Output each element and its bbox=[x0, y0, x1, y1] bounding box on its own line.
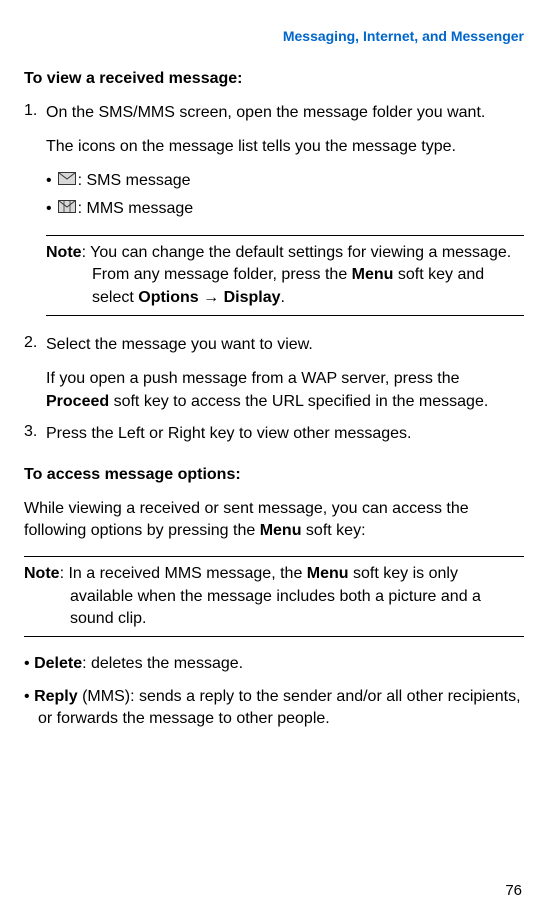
bullet-sms: • : SMS message bbox=[46, 169, 524, 193]
note-options: Options bbox=[138, 289, 198, 306]
option-name: Delete bbox=[34, 655, 82, 672]
note-block-2: Note: In a received MMS message, the Men… bbox=[24, 556, 524, 637]
step-text: Select the message you want to view. bbox=[46, 334, 524, 356]
step-text: On the SMS/MMS screen, open the message … bbox=[46, 102, 524, 124]
note-menu: Menu bbox=[352, 266, 394, 283]
chapter-header: Messaging, Internet, and Messenger bbox=[24, 28, 524, 44]
step-number: 2. bbox=[24, 334, 46, 356]
option-reply: • Reply (MMS): sends a reply to the send… bbox=[24, 686, 524, 731]
envelope-grid-icon bbox=[58, 197, 76, 221]
sub-text: soft key to access the URL specified in … bbox=[109, 393, 488, 410]
envelope-icon bbox=[58, 169, 76, 193]
note-block-1: Note: You can change the default setting… bbox=[46, 235, 524, 316]
note-label: Note bbox=[46, 244, 82, 261]
note-text: : In a received MMS message, the bbox=[60, 565, 307, 582]
step-2: 2. Select the message you want to view. bbox=[24, 334, 524, 356]
bullet-dot: • bbox=[46, 197, 52, 221]
section-heading-options: To access message options: bbox=[24, 466, 524, 484]
step-1: 1. On the SMS/MMS screen, open the messa… bbox=[24, 102, 524, 124]
note-arrow: → bbox=[199, 289, 224, 306]
proceed-key: Proceed bbox=[46, 393, 109, 410]
bullet-text: : MMS message bbox=[78, 197, 194, 221]
note-display: Display bbox=[224, 289, 281, 306]
step-2-sub: If you open a push message from a WAP se… bbox=[46, 368, 524, 413]
intro-text: soft key: bbox=[301, 522, 365, 539]
page-number: 76 bbox=[505, 882, 522, 899]
step-3: 3. Press the Left or Right key to view o… bbox=[24, 423, 524, 445]
note-label: Note bbox=[24, 565, 60, 582]
option-desc: : deletes the message. bbox=[82, 655, 243, 672]
step-text: Press the Left or Right key to view othe… bbox=[46, 423, 524, 445]
bullet-mms: • : MMS message bbox=[46, 197, 524, 221]
option-desc: (MMS): sends a reply to the sender and/o… bbox=[38, 688, 521, 727]
option-delete: • Delete: deletes the message. bbox=[24, 653, 524, 675]
bullet-dot: • bbox=[46, 169, 52, 193]
note-menu: Menu bbox=[307, 565, 349, 582]
bullet-dot: • bbox=[24, 688, 30, 705]
section-heading-view: To view a received message: bbox=[24, 70, 524, 88]
step-number: 3. bbox=[24, 423, 46, 445]
bullet-text: : SMS message bbox=[78, 169, 191, 193]
step-1-sub: The icons on the message list tells you … bbox=[46, 136, 524, 158]
sub-text: If you open a push message from a WAP se… bbox=[46, 370, 460, 387]
option-name: Reply bbox=[34, 688, 78, 705]
bullet-dot: • bbox=[24, 655, 30, 672]
intro-para: While viewing a received or sent message… bbox=[24, 498, 524, 543]
intro-menu: Menu bbox=[260, 522, 302, 539]
intro-text: While viewing a received or sent message… bbox=[24, 500, 469, 539]
note-text: . bbox=[281, 289, 285, 306]
step-number: 1. bbox=[24, 102, 46, 124]
